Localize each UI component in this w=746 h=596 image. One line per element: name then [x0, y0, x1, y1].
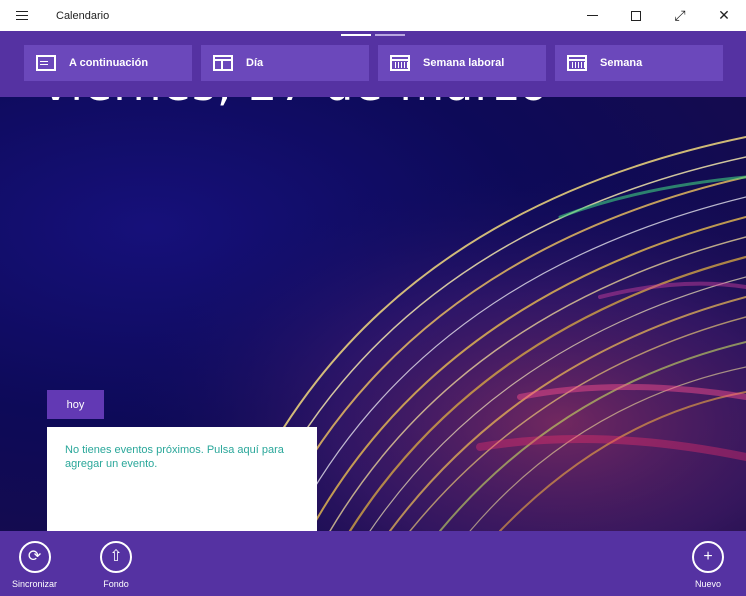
app-title: Calendario — [56, 9, 110, 22]
day-view-icon — [213, 55, 233, 71]
view-week-label: Semana — [600, 57, 643, 69]
maximize-button[interactable] — [614, 0, 658, 31]
page-indicator — [341, 34, 405, 36]
page-indicator-active[interactable] — [341, 34, 371, 36]
fullscreen-icon: ⤢ — [674, 7, 686, 23]
maximize-icon — [631, 10, 641, 21]
background-button[interactable]: ⇧ Fondo — [100, 541, 132, 589]
add-icon: + — [692, 541, 724, 573]
background-icon: ⇧ — [100, 541, 132, 573]
title-bar: Calendario ⤢ ✕ — [0, 0, 746, 31]
upcoming-events-card[interactable]: No tienes eventos próximos. Pulsa aquí p… — [47, 427, 317, 531]
page-indicator-inactive[interactable] — [375, 34, 405, 36]
agenda-icon — [36, 55, 56, 71]
view-next-button[interactable]: A continuación — [24, 45, 192, 81]
view-work-week-label: Semana laboral — [423, 57, 505, 69]
window-controls: ⤢ ✕ — [570, 0, 746, 31]
minimize-button[interactable] — [570, 0, 614, 31]
close-button[interactable]: ✕ — [702, 0, 746, 31]
minimize-icon — [586, 15, 598, 16]
view-work-week-button[interactable]: Semana laboral — [378, 45, 546, 81]
sync-button[interactable]: ⟳ Sincronizar — [12, 541, 57, 589]
sync-icon: ⟳ — [18, 541, 51, 573]
close-icon: ✕ — [718, 7, 730, 23]
new-event-button[interactable]: + Nuevo — [692, 541, 724, 589]
main-area: viernes, 27 de marzo hoy No tienes event… — [0, 97, 746, 531]
fullscreen-button[interactable]: ⤢ — [658, 0, 702, 31]
work-week-icon — [390, 55, 410, 71]
hamburger-menu-icon[interactable] — [0, 0, 44, 31]
background-label: Fondo — [103, 579, 129, 589]
view-day-label: Día — [246, 57, 264, 69]
date-heading: viernes, 27 de marzo — [42, 97, 549, 111]
view-week-button[interactable]: Semana — [555, 45, 723, 81]
week-icon — [567, 55, 587, 71]
view-day-button[interactable]: Día — [201, 45, 369, 81]
app-bar: ⟳ Sincronizar ⇧ Fondo + Nuevo — [0, 531, 746, 596]
sync-label: Sincronizar — [12, 579, 58, 589]
view-switcher: A continuación Día Semana laboral Semana — [24, 45, 723, 81]
view-next-label: A continuación — [69, 57, 149, 69]
new-event-label: Nuevo — [694, 579, 721, 589]
view-header: A continuación Día Semana laboral Semana — [0, 31, 746, 97]
today-button[interactable]: hoy — [47, 390, 104, 419]
no-events-message: No tienes eventos próximos. Pulsa aquí p… — [65, 444, 284, 470]
